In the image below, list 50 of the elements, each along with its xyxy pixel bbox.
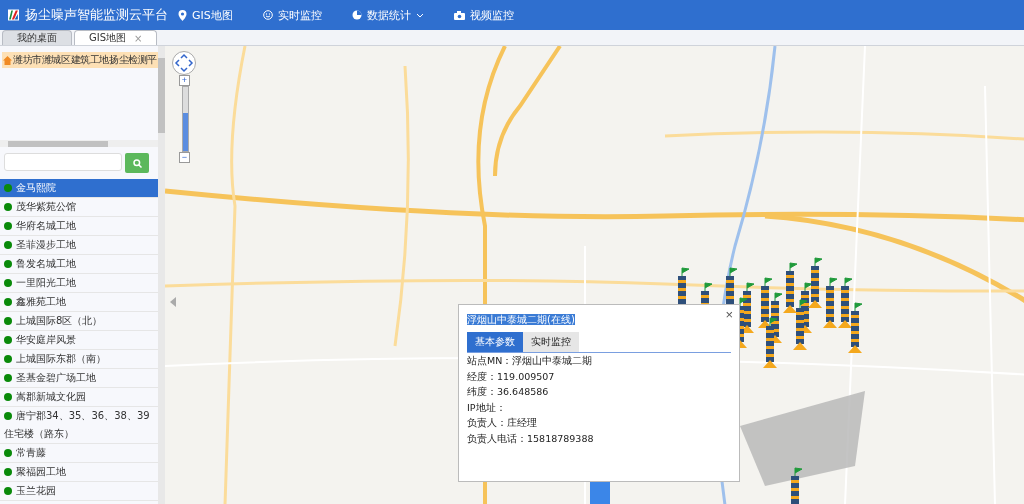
- search-field[interactable]: [4, 153, 122, 171]
- tree-node[interactable]: 潍坊市潍城区建筑工地扬尘检测平: [2, 52, 158, 68]
- pan-control[interactable]: [172, 51, 196, 75]
- site-list-item[interactable]: 金马熙院: [0, 179, 158, 198]
- close-button[interactable]: ×: [725, 307, 733, 322]
- site-list-item[interactable]: 圣基金碧广场工地: [0, 369, 158, 388]
- site-list-item[interactable]: 聚福园工地: [0, 463, 158, 482]
- search-button[interactable]: [125, 153, 149, 173]
- horizontal-scrollbar[interactable]: [0, 140, 158, 147]
- site-list-item[interactable]: 玉兰花园: [0, 482, 158, 501]
- vertical-scrollbar[interactable]: [158, 46, 165, 504]
- zoom-in-button[interactable]: +: [179, 75, 190, 86]
- collapse-arrow-icon: [170, 297, 176, 307]
- nav-link[interactable]: 视频监控: [453, 7, 514, 23]
- popup-tab[interactable]: 基本参数: [467, 332, 523, 352]
- info-field: 负责人电话：15818789388: [467, 430, 731, 446]
- smiley-icon: [262, 10, 273, 20]
- search-icon: [132, 158, 142, 168]
- site-list-item[interactable]: 茂华紫苑公馆: [0, 198, 158, 217]
- site-list-item[interactable]: 嵩郡新城文化园: [0, 388, 158, 407]
- site-list-item[interactable]: 上城国际东郡（南）: [0, 350, 158, 369]
- camera-icon: [453, 10, 465, 20]
- zoom-slider[interactable]: [182, 86, 189, 152]
- pie-chart-icon: [351, 10, 362, 20]
- popup-tab[interactable]: 实时监控: [523, 332, 579, 352]
- site-list-item[interactable]: 圣菲漫步工地: [0, 236, 158, 255]
- site-list-item[interactable]: 鲁发名城工地: [0, 255, 158, 274]
- zoom-out-button[interactable]: −: [179, 152, 190, 163]
- info-field: 站点MN：浮烟山中泰城二期: [467, 353, 731, 369]
- site-list-item[interactable]: 华安庭岸风景: [0, 331, 158, 350]
- pin-icon: [178, 9, 187, 21]
- info-field: IP地址：: [467, 399, 731, 415]
- popup-title: 浮烟山中泰城二期(在线): [467, 314, 575, 325]
- site-list-item[interactable]: 上城国际8区（北）: [0, 312, 158, 331]
- site-list-item[interactable]: 华府名城工地: [0, 217, 158, 236]
- site-list-item[interactable]: 一里阳光工地: [0, 274, 158, 293]
- page-tab[interactable]: GIS地图 ×: [74, 30, 158, 45]
- home-icon: [3, 55, 12, 65]
- info-field: 负责人：庄经理: [467, 415, 731, 431]
- nav-link[interactable]: 实时监控: [262, 7, 322, 23]
- info-field: 纬度：36.648586: [467, 384, 731, 400]
- chevron-down-icon: [415, 12, 424, 18]
- site-list-item[interactable]: 唐宁郡34、35、36、38、39住宅楼（路东）: [0, 407, 158, 444]
- site-list-item[interactable]: 常青藤: [0, 444, 158, 463]
- app-title: 扬尘噪声智能监测云平台: [25, 6, 168, 24]
- nav-link[interactable]: 数据统计: [351, 7, 424, 23]
- site-list-item[interactable]: 鑫雅苑工地: [0, 293, 158, 312]
- info-field: 经度：119.009507: [467, 368, 731, 384]
- page-tab[interactable]: 我的桌面: [2, 30, 72, 45]
- nav-link[interactable]: GIS地图: [178, 7, 233, 23]
